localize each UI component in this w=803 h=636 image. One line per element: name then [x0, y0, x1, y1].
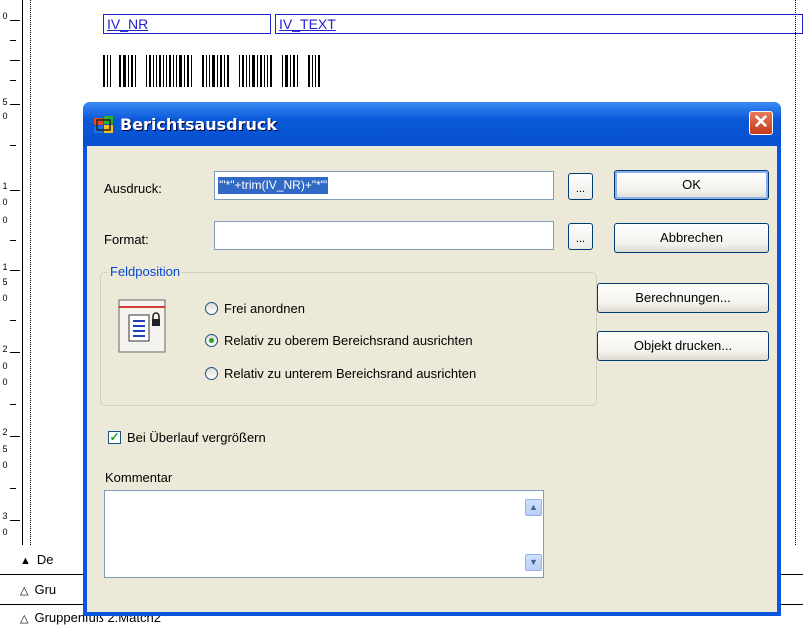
ruler-number: 2: [2, 344, 8, 354]
scroll-up-button[interactable]: ▲: [525, 499, 542, 516]
ruler-number: 5: [2, 277, 8, 287]
field-position-title: Feldposition: [108, 264, 183, 279]
dialog-titlebar[interactable]: Berichtsausdruck ✕: [83, 102, 781, 146]
format-label: Format:: [104, 232, 149, 247]
vertical-ruler: 0 5 0 1 0 0 1 5 0 2 0 0 2 5 0 3 0: [0, 0, 23, 545]
margin-guide: [30, 0, 31, 545]
expression-browse-button[interactable]: ...: [568, 173, 593, 200]
cancel-button[interactable]: Abbrechen: [614, 223, 769, 253]
radio-label: Relativ zu unterem Bereichsrand ausricht…: [224, 366, 477, 381]
band-label: Gru: [34, 582, 57, 597]
report-field-iv-text[interactable]: IV_TEXT: [275, 14, 803, 34]
radio-free-placement[interactable]: Frei anordnen: [205, 301, 305, 316]
expand-triangle-icon: △: [20, 613, 29, 625]
ruler-number: 5: [2, 444, 8, 454]
ruler-number: 0: [2, 527, 8, 537]
ruler-number: 0: [2, 293, 8, 303]
grow-on-overflow-label: Bei Überlauf vergrößern: [127, 430, 266, 445]
field-position-icon: [118, 299, 166, 353]
format-browse-button[interactable]: ...: [568, 223, 593, 250]
ruler-number: 5: [2, 97, 8, 107]
ruler-number: 0: [2, 460, 8, 470]
app-icon: [94, 116, 113, 133]
ruler-number: 2: [2, 427, 8, 437]
dialog-client-area: Ausdruck: '"*"+trim(IV_NR)+"*"' ... Form…: [87, 146, 777, 612]
expand-triangle-icon: △: [20, 585, 29, 597]
comment-label: Kommentar: [105, 470, 173, 485]
ruler-number: 0: [2, 11, 8, 21]
radio-button-selected[interactable]: [205, 334, 218, 347]
ruler-number: 1: [2, 181, 8, 191]
comment-textarea[interactable]: ▲ ▼: [104, 490, 544, 578]
barcode-object[interactable]: [103, 55, 513, 87]
format-input[interactable]: [214, 221, 554, 250]
expression-value: '"*"+trim(IV_NR)+"*"': [218, 177, 329, 194]
calculations-button[interactable]: Berechnungen...: [597, 283, 769, 313]
grow-on-overflow-option[interactable]: ✓ Bei Überlauf vergrößern: [108, 430, 266, 445]
dialog-title: Berichtsausdruck: [120, 115, 278, 134]
collapse-triangle-icon: ▲: [20, 555, 31, 567]
radio-align-bottom[interactable]: Relativ zu unterem Bereichsrand ausricht…: [205, 366, 476, 381]
close-button[interactable]: ✕: [749, 111, 773, 135]
radio-button[interactable]: [205, 302, 218, 315]
report-field-iv-nr[interactable]: IV_NR: [103, 14, 271, 34]
ruler-number: 1: [2, 262, 8, 272]
radio-button[interactable]: [205, 367, 218, 380]
radio-label: Frei anordnen: [224, 301, 305, 316]
radio-label: Relativ zu oberem Bereichsrand ausrichte…: [224, 333, 473, 348]
print-object-button[interactable]: Objekt drucken...: [597, 331, 769, 361]
ruler-number: 0: [2, 111, 8, 121]
margin-guide: [795, 0, 796, 545]
band-label: De: [36, 552, 54, 567]
berichtsausdruck-dialog: Berichtsausdruck ✕ Ausdruck: '"*"+trim(I…: [83, 102, 781, 616]
expression-label: Ausdruck:: [104, 181, 162, 196]
scroll-down-button[interactable]: ▼: [525, 554, 542, 571]
ruler-number: 3: [2, 511, 8, 521]
ruler-number: 0: [2, 215, 8, 225]
ruler-number: 0: [2, 197, 8, 207]
radio-align-top[interactable]: Relativ zu oberem Bereichsrand ausrichte…: [205, 333, 473, 348]
expression-input[interactable]: '"*"+trim(IV_NR)+"*"': [214, 171, 554, 200]
ruler-number: 0: [2, 361, 8, 371]
ruler-number: 0: [2, 377, 8, 387]
field-position-group: Feldposition Frei anordnen Relativ zu ob…: [100, 264, 597, 406]
ok-button[interactable]: OK: [614, 170, 769, 200]
grow-on-overflow-checkbox[interactable]: ✓: [108, 431, 121, 444]
